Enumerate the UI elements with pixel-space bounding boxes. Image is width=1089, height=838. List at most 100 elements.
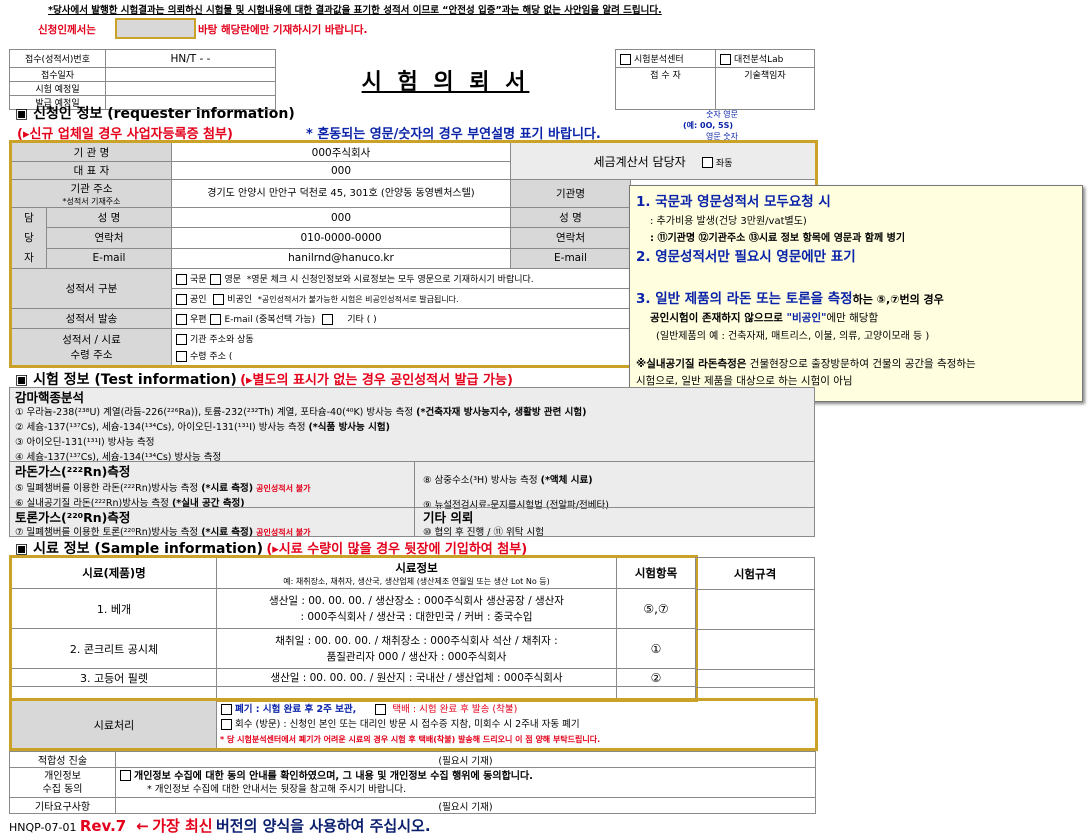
lab-label: 대전분석Lab: [734, 55, 784, 65]
radon-item-5[interactable]: ⑤ 밀폐챔버를 이용한 라돈(²²²Rn)방사능 측정: [15, 483, 201, 494]
gamma-item-2-note: (*식품 방사능 시험): [308, 422, 390, 433]
recv-label-1: 성적서 / 시료: [62, 334, 121, 346]
latest-rest: 버전의 양식을 사용하여 주십시오.: [215, 817, 431, 835]
eng-checkbox[interactable]: [210, 274, 222, 285]
thoron-item-7[interactable]: ⑦ 밀폐챔버를 이용한 토론(²²⁰Rn)방사능 측정: [15, 527, 201, 538]
other-req-value[interactable]: (필요시 기재): [115, 797, 816, 814]
sample-name[interactable]: 1. 베개: [10, 588, 217, 629]
test-date-value[interactable]: [105, 81, 276, 96]
privacy-checkbox[interactable]: [120, 770, 131, 781]
r-phone-label: 연락처: [510, 227, 631, 249]
same-addr-checkbox[interactable]: [176, 334, 187, 345]
ceo-value[interactable]: 000: [171, 161, 511, 180]
test-date-label: 시험 예정일: [9, 81, 106, 96]
email-send-checkbox[interactable]: [210, 314, 222, 325]
other-send-checkbox[interactable]: [321, 314, 333, 325]
example-top: 숫자 영문: [706, 110, 738, 119]
retrieve-checkbox[interactable]: [221, 719, 232, 730]
recv-addr-label: 수령 주소 (: [190, 352, 233, 362]
popup-line-4: 2. 영문성적서만 필요시 영문에만 표기: [636, 249, 856, 265]
header-table: 접수(성적서)번호 HN/T - - 시 험 의 뢰 서 시험분석센터 대전분석…: [9, 49, 815, 110]
popup-line-1: 1. 국문과 영문성적서 모두요청 시: [636, 194, 831, 210]
standard-cell[interactable]: [695, 669, 815, 688]
unofficial-checkbox[interactable]: [213, 294, 225, 305]
phone-value[interactable]: 010-0000-0000: [171, 227, 511, 249]
receiver-label: 접 수 자: [615, 67, 716, 110]
tritium-item-8[interactable]: ⑧ 삼중수소(³H) 방사능 측정: [423, 475, 541, 486]
col-sample-info-sub: 예: 채취장소, 채취자, 생산국, 생산업체 (생산제조 연월일 또는 생산 …: [283, 576, 550, 586]
fit-value[interactable]: (필요시 기재): [115, 751, 816, 768]
tax-same-checkbox[interactable]: [701, 156, 713, 168]
official-note: *공인성적서가 불가능한 시험은 비공인성적서로 발급됩니다.: [257, 295, 459, 304]
tech-label: 기술책임자: [715, 67, 815, 110]
receipt-no-label: 접수(성적서)번호: [9, 49, 106, 68]
applicant-note-before: 신청인께서는: [38, 24, 96, 36]
popup-line-3: : ⑪기관명 ⑫기관주소 ⑬시료 정보 항목에 영문과 함께 병기: [650, 233, 906, 244]
popup-line-8b: 건물현장으로 출장방문하여 건물의 공간을 측정하는: [746, 358, 976, 370]
version-line: HNQP-07-01 Rev.7 ← 가장 최신 버전의 양식을 사용하여 주십…: [9, 815, 431, 836]
gamma-item-1[interactable]: ① 우라늄-238(²³⁸U) 계열(라듐-226(²²⁶Ra)), 토륨-23…: [15, 407, 416, 418]
official-label: 공인: [190, 295, 207, 305]
eng-report-note: *영문 체크 시 신청인정보와 시료정보는 모두 영문으로 기재하시기 바랍니다…: [246, 275, 534, 285]
lab-checkbox[interactable]: [720, 54, 731, 65]
addr-value[interactable]: 경기도 안양시 만안구 덕천로 45, 301호 (안양동 동영벤처스텔): [171, 179, 511, 208]
delivery-checkbox[interactable]: [375, 704, 387, 715]
example-mid: (예: 0O, 5S): [683, 121, 734, 130]
test-section-note: (▸별도의 표시가 없는 경우 공인성적서 발급 가능): [240, 373, 513, 388]
popup-line-9: 시험으로, 일반 제품을 대상으로 하는 시험이 아님: [636, 375, 853, 387]
kor-checkbox[interactable]: [176, 274, 187, 285]
phone-label: 연락처: [46, 227, 172, 249]
name-label: 성 명: [46, 206, 172, 229]
table-row: 2. 콘크리트 공시체 채취일 : 00. 00. 00. / 채취장소 : 0…: [10, 628, 697, 669]
mail-checkbox[interactable]: [176, 314, 187, 325]
gamma-item-3[interactable]: ③ 아이오딘-131(¹³¹I) 방사능 측정: [15, 434, 154, 448]
send-label: 성적서 발송: [10, 308, 172, 329]
recv-addr-checkbox[interactable]: [176, 351, 187, 362]
discard-label: 폐기 : 시험 완료 후 2주 보관,: [235, 704, 357, 715]
center-checkbox[interactable]: [620, 54, 631, 65]
sample-test-item[interactable]: ②: [616, 668, 697, 687]
test-section-title: ▣ 시험 정보 (Test information): [15, 372, 237, 388]
recv-label-2: 수령 주소: [70, 349, 113, 361]
popup-line-2: : 추가비용 발생(건당 3만원/vat별도): [650, 216, 807, 227]
org-value[interactable]: 000주식회사: [171, 141, 511, 162]
standard-cell[interactable]: [695, 629, 815, 670]
sample-name[interactable]: 3. 고등어 필렛: [10, 668, 217, 687]
official-checkbox[interactable]: [176, 294, 187, 305]
thoron-item-7-note: (*시료 측정): [201, 527, 254, 538]
gamma-item-2[interactable]: ② 세슘-137(¹³⁷Cs), 세슘-134(¹³⁴Cs), 아이오딘-131…: [15, 422, 308, 433]
sample-test-item[interactable]: ①: [616, 628, 697, 669]
email-label: E-mail: [46, 247, 172, 270]
revision: Rev.7: [79, 817, 127, 835]
test-section-header: ▣ 시험 정보 (Test information) (▸별도의 표시가 없는 …: [15, 369, 513, 389]
sample-info-line: 품질관리자 000 / 생산자 : 000주식회사: [326, 650, 507, 663]
sample-info-line[interactable]: 생산일 : 00. 00. 00. / 원산지 : 국내산 / 생산업체 : 0…: [216, 668, 617, 687]
name-value[interactable]: 000: [171, 206, 511, 229]
other-request-items[interactable]: ⑩ 협의 후 진행 / ⑪ 위탁 시험: [423, 524, 544, 538]
thoron-item-7-warn: 공인성적서 불가: [256, 528, 311, 537]
contact-side-label: 담당자: [10, 207, 47, 269]
col-test-standard: 시험규격: [695, 557, 815, 590]
applicant-color-swatch: [115, 18, 196, 39]
standard-cell[interactable]: [695, 589, 815, 630]
receipt-no-value[interactable]: HN/T - -: [105, 49, 276, 68]
radon-title: 라돈가스(²²²Rn)측정: [15, 464, 131, 479]
org-label: 기 관 명: [10, 141, 172, 162]
gamma-item-1-note: (*건축자재 방사능지수, 생활방 관련 시험): [416, 407, 587, 418]
mail-label: 우편: [190, 315, 207, 325]
standard-table: 시험규격: [695, 557, 815, 701]
email-value[interactable]: hanilrnd@hanuco.kr: [171, 247, 511, 270]
sample-name[interactable]: 2. 콘크리트 공시체: [10, 628, 217, 669]
other-req-label: 기타요구사항: [9, 797, 116, 814]
divider: [414, 461, 415, 537]
sample-info-line: 생산일 : 00. 00. 00. / 생산장소 : 000주식회사 생산공장 …: [269, 594, 564, 607]
ceo-label: 대 표 자: [10, 161, 172, 180]
receipt-date-value[interactable]: [105, 67, 276, 82]
r-name-label: 성 명: [510, 206, 631, 229]
disposal-label: 시료처리: [10, 699, 217, 750]
sample-test-item[interactable]: ⑤,⑦: [616, 588, 697, 629]
discard-checkbox[interactable]: [221, 704, 232, 715]
sample-table: 시료(제품)명 시료정보 예: 채취장소, 채취자, 생산국, 생산업체 (생산제…: [9, 555, 698, 702]
privacy-label-1: 개인정보: [44, 770, 81, 782]
sample-info-line: : 000주식회사 / 생산국 : 대한민국 / 커버 : 중국수입: [300, 610, 533, 623]
